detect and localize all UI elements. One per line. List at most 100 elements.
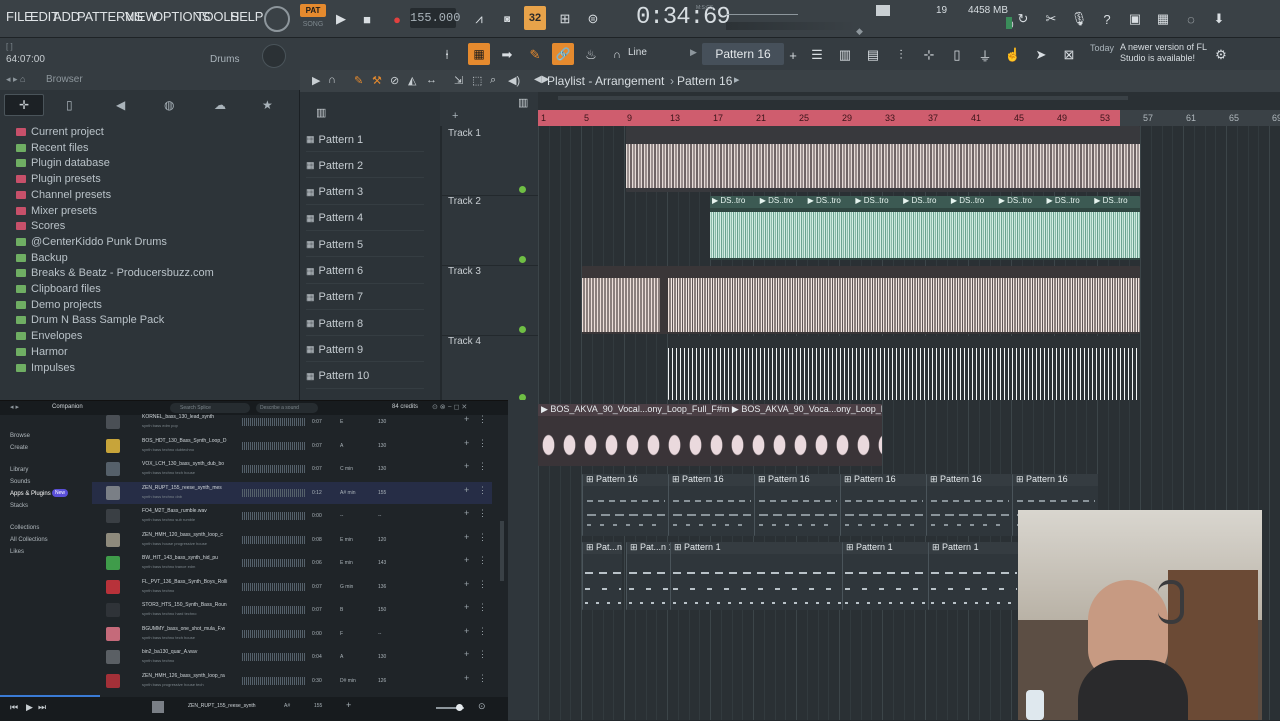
stop-icon[interactable]: ■ <box>356 8 378 30</box>
update-notice[interactable]: A newer version of FL Studio is availabl… <box>1120 42 1210 64</box>
browser-item[interactable]: Plugin presets <box>16 171 101 187</box>
add-sample-icon[interactable]: + <box>464 485 469 495</box>
companion-scrollbar[interactable] <box>500 521 504 581</box>
browser-item[interactable]: Recent files <box>16 140 88 156</box>
sample-waveform[interactable] <box>242 441 306 450</box>
browser-item[interactable]: Channel presets <box>16 187 111 203</box>
player-play-icon[interactable]: ▶ <box>26 702 33 713</box>
clip-pattern1[interactable]: ⊞ Pattern 1 <box>928 542 1018 610</box>
sample-menu-icon[interactable]: ⋮ <box>478 602 487 613</box>
metronome-icon[interactable]: ⩘ <box>468 8 490 30</box>
sample-row[interactable]: ZEN_HMH_126_bass_synth_loop_ra synth bass… <box>92 670 492 692</box>
add-sample-icon[interactable]: + <box>464 555 469 565</box>
marketplace-icon[interactable]: ▦ <box>1152 8 1174 30</box>
add-sample-icon[interactable]: + <box>464 649 469 659</box>
add-sample-icon[interactable]: + <box>464 626 469 636</box>
loop-record-icon[interactable]: ⊜ <box>582 8 604 30</box>
sample-menu-icon[interactable]: ⋮ <box>478 532 487 543</box>
sample-waveform[interactable] <box>242 582 306 591</box>
tempo-display[interactable]: 155.000 <box>410 8 460 28</box>
companion-window-controls-icon[interactable]: ⊙ ⊗ − ◻ ✕ <box>432 403 467 411</box>
sample-name[interactable]: ZEN_RUPT_155_reese_synth_mes <box>142 485 232 491</box>
sample-menu-icon[interactable]: ⋮ <box>478 414 487 425</box>
plugin-icon[interactable]: ⊹ <box>918 44 940 66</box>
tool-brush-icon[interactable]: ⍿ <box>436 44 458 66</box>
sample-name[interactable]: FL_PVT_136_Bass_Synth_Boys_Rolli <box>142 579 232 585</box>
slip-icon[interactable]: ↔ <box>426 74 437 86</box>
undo-history-icon[interactable]: ↻ <box>1012 8 1034 30</box>
sample-name[interactable]: bin2_ba130_quar_A.wav <box>142 649 232 655</box>
track-active-led[interactable] <box>519 186 526 193</box>
add-sample-icon[interactable]: + <box>464 602 469 612</box>
sample-row[interactable]: ZEN_RUPT_155_reese_synth_mes synth bass t… <box>92 481 492 504</box>
tools-icon[interactable]: ✂ <box>1040 8 1062 30</box>
player-next-icon[interactable]: ⏭ <box>38 702 46 713</box>
companion-nav-item[interactable]: All Collections <box>10 537 48 543</box>
track-header[interactable]: Track 4 <box>442 336 538 404</box>
clip-pattern16[interactable]: ⊞ Pattern 16 <box>840 474 926 536</box>
companion-nav-item[interactable]: Sounds <box>10 479 30 485</box>
pattern-list-item[interactable]: ▦ Pattern 2 <box>306 154 424 179</box>
clip-pattern16[interactable]: ⊞ Pattern 16 <box>668 474 754 536</box>
player-prev-icon[interactable]: ⏮ <box>10 702 18 713</box>
master-volume-knob[interactable] <box>264 6 290 32</box>
sample-row[interactable]: BGUMMY_bass_one_shot_mula_F.w synth bass … <box>92 623 492 645</box>
track-header[interactable]: Track 2 <box>442 196 538 266</box>
player-add-icon[interactable]: + <box>346 700 351 710</box>
browser-item[interactable]: Demo projects <box>16 297 102 313</box>
clip-pattern1[interactable]: ⊞ Pat...n 1 <box>626 542 670 610</box>
select-icon[interactable]: ⬚ <box>472 74 482 87</box>
add-sample-icon[interactable]: + <box>464 461 469 471</box>
track-header[interactable]: Track 1 <box>442 126 538 196</box>
play-arrow-icon[interactable]: ▶ <box>312 74 320 87</box>
sample-name[interactable]: STOR3_HTS_150_Synth_Bass_Roun <box>142 602 232 608</box>
clip-pattern16[interactable]: ⊞ Pattern 16 <box>926 474 1012 536</box>
player-menu-icon[interactable]: ⊙ <box>478 701 486 712</box>
play-icon[interactable]: ▶ <box>330 8 352 30</box>
sample-name[interactable]: BOS_HDT_130_Bass_Synth_Loop_D <box>142 438 232 444</box>
sample-name[interactable]: ZEN_HMH_126_bass_synth_loop_ra <box>142 673 232 679</box>
zoom-icon[interactable]: ⌕ <box>490 74 496 87</box>
pitch-slider-track[interactable] <box>726 14 798 15</box>
companion-nav-item[interactable]: Library <box>10 467 28 473</box>
add-track-icon[interactable]: + <box>452 110 458 122</box>
playlist-window-icon[interactable]: ▦ <box>468 43 490 65</box>
save-icon[interactable]: ▣ <box>1124 8 1146 30</box>
browser-icon[interactable]: ▯ <box>946 44 968 66</box>
menu-add[interactable]: ADD <box>53 9 80 24</box>
sample-waveform[interactable] <box>242 559 306 567</box>
pattern-list-item[interactable]: ▦ Pattern 3 <box>306 181 424 205</box>
clip-pattern16[interactable]: ⊞ Pattern 16 <box>754 474 840 536</box>
browser-item[interactable]: Impulses <box>16 360 75 376</box>
paint-icon[interactable]: ⚒ <box>372 74 382 87</box>
sample-menu-icon[interactable]: ⋮ <box>478 508 487 519</box>
browser-files-icon[interactable]: ▯ <box>66 98 73 112</box>
browser-favorites-icon[interactable]: ★ <box>262 98 273 112</box>
menu-file[interactable]: FILE <box>6 9 33 24</box>
sample-waveform[interactable] <box>242 488 306 497</box>
pattern-list-item[interactable]: ▦ Pattern 1 <box>306 128 424 152</box>
piano-icon[interactable]: ▥ <box>834 44 856 66</box>
sample-row[interactable]: FO4_M2T_Bass_rumble.wav synth bass techno… <box>92 505 492 527</box>
pattern-select-arrow-icon[interactable]: ▶ <box>690 47 697 58</box>
browser-item[interactable]: Envelopes <box>16 328 82 344</box>
add-sample-icon[interactable]: + <box>464 673 469 683</box>
browser-item[interactable]: Scores <box>16 218 65 234</box>
companion-nav-item[interactable]: Stacks <box>10 503 28 509</box>
pattern-picker-icon[interactable]: ▥ <box>316 106 326 119</box>
sample-row[interactable]: bin2_ba130_quar_A.wav synth bass techno 0:… <box>92 646 492 668</box>
chat-icon[interactable]: ◌ <box>1180 8 1202 30</box>
sample-row[interactable]: VOX_LCH_130_bass_synth_dub_bo synth bass … <box>92 458 492 480</box>
browser-item[interactable]: Current project <box>16 124 104 140</box>
wait-input-icon[interactable]: ◙ <box>496 8 518 30</box>
help-icon[interactable]: ? <box>1096 8 1118 30</box>
sample-name[interactable]: ZEN_HMH_120_bass_synth_loop_c <box>142 532 232 538</box>
pattern-list-item[interactable]: ▦ Pattern 10 <box>306 365 424 389</box>
mute-icon[interactable]: ◭ <box>408 74 416 87</box>
shop-icon[interactable]: ⊠ <box>1058 44 1080 66</box>
companion-nav-item[interactable]: Likes <box>10 549 24 555</box>
sample-menu-icon[interactable]: ⋮ <box>478 485 487 496</box>
browser-item[interactable]: Mixer presets <box>16 203 97 219</box>
sample-menu-icon[interactable]: ⋮ <box>478 555 487 566</box>
record-icon[interactable]: ● <box>386 8 408 30</box>
